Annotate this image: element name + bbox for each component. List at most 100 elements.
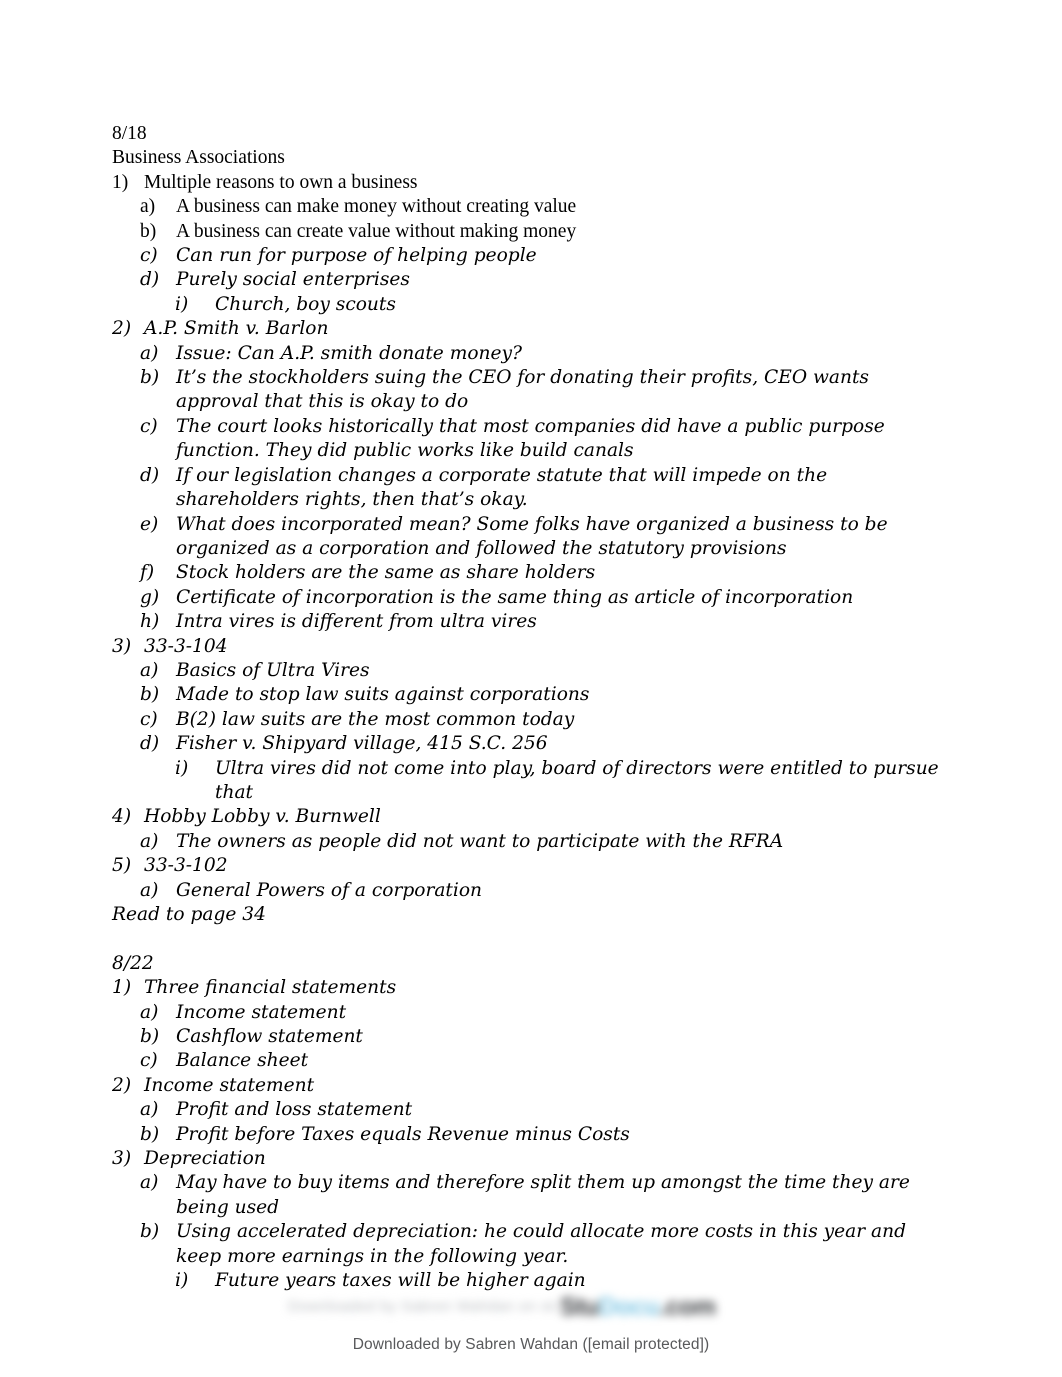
list-item-text: Made to stop law suits against corporati… [176, 684, 590, 706]
list-marker: b) [140, 684, 160, 706]
list-item: g) Certificate of incorporation is the s… [140, 586, 952, 610]
list-item: a) Basics of Ultra Vires [140, 659, 952, 683]
list-marker: g) [140, 586, 160, 608]
list-item: b) A business can create value without m… [140, 220, 952, 244]
section-date-text: 8/22 [112, 952, 154, 974]
list-item: b) Cashflow statement [140, 1025, 952, 1049]
watermark-text-blurred: Downloaded by Sabren Wahdan on studocu [288, 1298, 556, 1315]
list-item-text: Purely social enterprises [176, 269, 410, 291]
list-item: 2) Income statement [112, 1074, 952, 1098]
list-item-text: It’s the stockholders suing the CEO for … [176, 367, 869, 413]
list-item: c) The court looks historically that mos… [140, 415, 952, 464]
list-marker: a) [140, 830, 159, 852]
watermark-logo-blurred: Stu Docu .com [560, 1292, 716, 1322]
list-item-text: Multiple reasons to own a business [144, 171, 418, 193]
list-item-text: A.P. Smith v. Barlon [144, 318, 329, 340]
list-marker: c) [140, 708, 158, 730]
list-item: 3) 33-3-104 [112, 635, 952, 659]
list-item-text: 33-3-102 [144, 855, 228, 877]
list-item: 4) Hobby Lobby v. Burnwell [112, 805, 952, 829]
list-marker: i) [175, 293, 189, 315]
list-item-text: 33-3-104 [144, 635, 228, 657]
list-item: b) It’s the stockholders suing the CEO f… [140, 366, 952, 415]
list-item-text: A business can create value without maki… [176, 220, 577, 242]
list-marker: 4) [112, 806, 132, 828]
list-item-text: Cashflow statement [176, 1026, 363, 1048]
list-item-text: Fisher v. Shipyard village, 415 S.C. 256 [176, 733, 548, 755]
list-item: a) Income statement [140, 1001, 952, 1025]
list-item-text: B(2) law suits are the most common today [176, 708, 575, 730]
list-item: a) General Powers of a corporation [140, 879, 952, 903]
list-marker: a) [140, 1172, 159, 1194]
list-marker: a) [140, 196, 156, 218]
list-item: c) Can run for purpose of helping people [140, 244, 952, 268]
list-item-text: A business can make money without creati… [176, 196, 577, 218]
list-item-text: The owners as people did not want to par… [176, 830, 784, 852]
section-date-heading: 8/18 [112, 122, 952, 146]
list-marker: a) [140, 1001, 159, 1023]
list-marker: h) [140, 611, 160, 633]
list-item: 3) Depreciation [112, 1147, 952, 1171]
list-item: d) Purely social enterprises [140, 268, 952, 292]
list-item-text: Income statement [176, 1001, 347, 1023]
list-item: i) Ultra vires did not come into play, b… [175, 757, 952, 806]
list-marker: d) [140, 464, 160, 486]
list-marker: a) [140, 1099, 159, 1121]
list-item-text: Church, boy scouts [215, 293, 396, 315]
list-item: c) Balance sheet [140, 1049, 952, 1073]
list-item: i) Church, boy scouts [175, 293, 952, 317]
list-item: b) Profit before Taxes equals Revenue mi… [140, 1123, 952, 1147]
section-8-18: 8/18 Business Associations 1) Multiple r… [112, 122, 952, 927]
section-8-22: 8/22 1) Three financial statements a) In… [112, 952, 952, 1294]
list-marker: b) [140, 1026, 160, 1048]
section-date-heading: 8/22 [112, 952, 952, 976]
list-item: 5) 33-3-102 [112, 854, 952, 878]
list-marker: d) [140, 733, 160, 755]
list-marker: b) [140, 220, 157, 242]
list-item-text: Income statement [144, 1074, 315, 1096]
list-marker: 2) [112, 1074, 132, 1096]
list-item: a) Issue: Can A.P. smith donate money? [140, 342, 952, 366]
list-item-text: Basics of Ultra Vires [176, 659, 370, 681]
list-marker: 1) [112, 977, 132, 999]
list-item: e) What does incorporated mean? Some fol… [140, 513, 952, 562]
list-item-text: May have to buy items and therefore spli… [176, 1172, 910, 1218]
list-item: 1) Multiple reasons to own a business [112, 171, 952, 195]
section-title-heading: Business Associations [112, 146, 952, 170]
document-page: 8/18 Business Associations 1) Multiple r… [0, 0, 1062, 1377]
list-marker: b) [140, 1221, 160, 1243]
list-marker: c) [140, 245, 158, 267]
list-item-text: General Powers of a corporation [176, 879, 483, 901]
list-item: a) May have to buy items and therefore s… [140, 1171, 952, 1220]
list-item-text: Certificate of incorporation is the same… [176, 586, 854, 608]
list-item: a) A business can make money without cre… [140, 195, 952, 219]
list-marker: d) [140, 269, 160, 291]
list-item-text: Profit and loss statement [176, 1099, 413, 1121]
list-item: a) Profit and loss statement [140, 1098, 952, 1122]
watermark-logo-part2: Docu [598, 1292, 660, 1321]
list-marker: c) [140, 1050, 158, 1072]
page-footer: Downloaded by Sabren Wahdan on studocu S… [0, 1286, 1062, 1354]
list-item-text: If our legislation changes a corporate s… [176, 464, 828, 511]
list-marker: e) [140, 513, 159, 535]
list-item: b) Made to stop law suits against corpor… [140, 683, 952, 707]
list-item-text: Ultra vires did not come into play, boar… [215, 757, 939, 803]
list-item: d) Fisher v. Shipyard village, 415 S.C. … [140, 732, 952, 756]
list-item-text: Intra vires is different from ultra vire… [176, 611, 537, 633]
list-item-text: Depreciation [144, 1148, 266, 1170]
list-item: b) Using accelerated depreciation: he co… [140, 1220, 952, 1269]
list-marker: a) [140, 879, 159, 901]
list-item-text: Three financial statements [144, 977, 397, 999]
list-item-text: What does incorporated mean? Some folks … [176, 513, 888, 559]
list-item: a) The owners as people did not want to … [140, 830, 952, 854]
list-item-text: Hobby Lobby v. Burnwell [144, 806, 381, 828]
closing-note: Read to page 34 [112, 903, 952, 927]
list-item-text: Profit before Taxes equals Revenue minus… [176, 1123, 630, 1145]
list-marker: a) [140, 342, 159, 364]
list-item: f) Stock holders are the same as share h… [140, 561, 952, 585]
list-item-text: The court looks historically that most c… [176, 415, 885, 462]
list-item-text: Issue: Can A.P. smith donate money? [176, 342, 522, 364]
list-item-text: Balance sheet [176, 1050, 309, 1072]
list-marker: a) [140, 659, 159, 681]
